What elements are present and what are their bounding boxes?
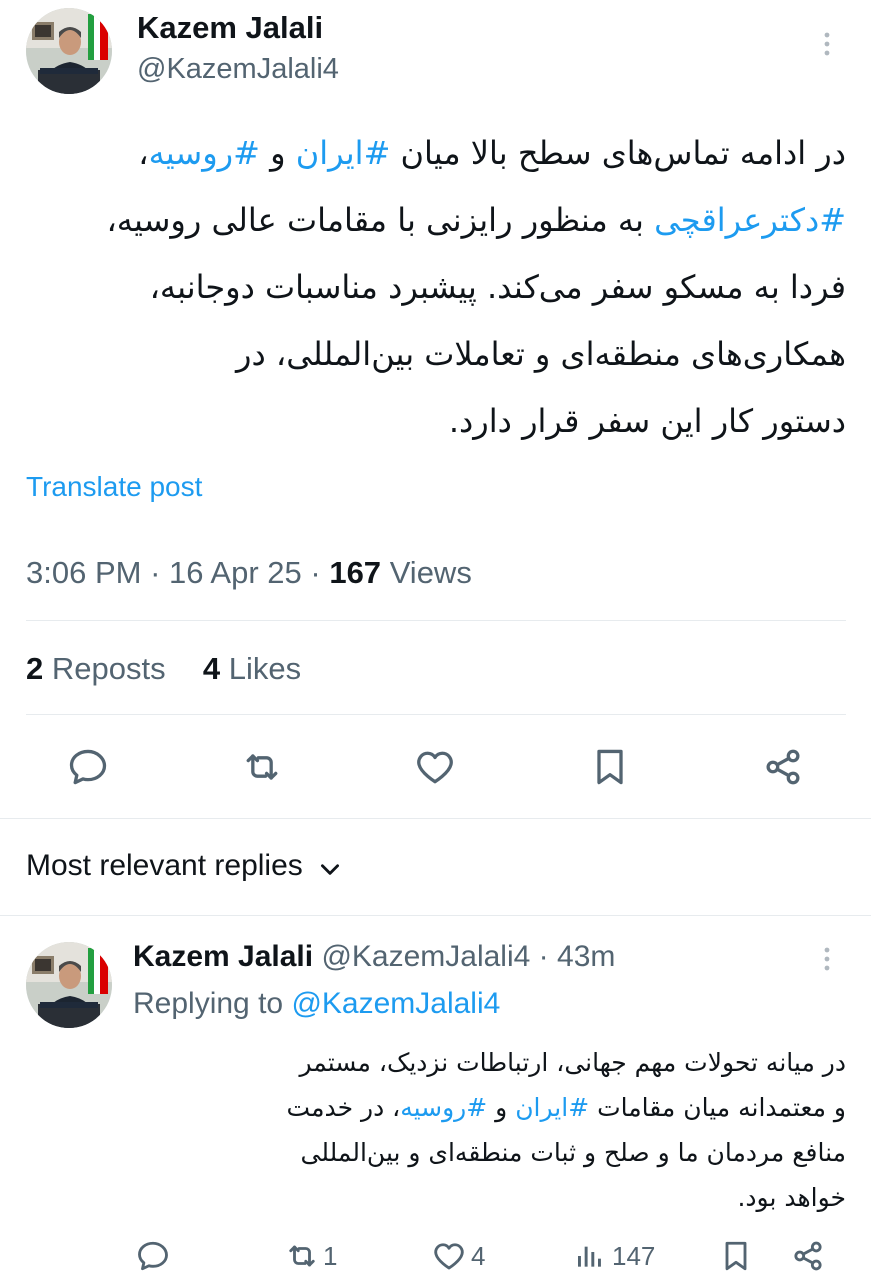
divider bbox=[26, 620, 846, 621]
post-meta: 3:06 PM · 16 Apr 25 · 167 Views bbox=[26, 555, 472, 591]
reply-views-count: 147 bbox=[612, 1240, 656, 1271]
like-icon bbox=[417, 751, 453, 784]
views-icon bbox=[578, 1246, 601, 1267]
text-line: #دکترعراقچی به منظور رایزنی با مقامات عا… bbox=[20, 187, 846, 254]
reply-header: Kazem Jalali @KazemJalali4 · 43m bbox=[133, 938, 615, 976]
text-segment: در میانه تحولات مهم جهانی، ارتباطات نزدی… bbox=[299, 1048, 846, 1077]
text-line: و معتمدانه میان مقامات #ایران و #روسیه، … bbox=[133, 1085, 846, 1130]
likes-stat[interactable]: 4 Likes bbox=[203, 651, 301, 686]
bookmark-icon bbox=[725, 1241, 747, 1271]
text-segment: فردا به مسکو سفر می‌کند. پیشبرد مناسبات … bbox=[149, 268, 846, 306]
text-line: در ادامه تماس‌های سطح بالا میان #ایران و… bbox=[20, 120, 846, 187]
hashtag-link[interactable]: #روسیه bbox=[149, 134, 260, 172]
text-line: فردا به مسکو سفر می‌کند. پیشبرد مناسبات … bbox=[20, 254, 846, 321]
reply-reposts-count: 1 bbox=[323, 1240, 338, 1271]
author-handle[interactable]: @KazemJalali4 bbox=[137, 52, 339, 86]
text-segment: ، در خدمت bbox=[286, 1093, 401, 1122]
chevron-down-icon bbox=[320, 864, 339, 875]
reply-views-button[interactable]: 147 bbox=[574, 1238, 655, 1274]
reposts-stat[interactable]: 2 Reposts bbox=[26, 651, 174, 686]
reply-reply-button[interactable] bbox=[135, 1238, 171, 1274]
reply-icon bbox=[138, 1241, 168, 1271]
section-divider bbox=[0, 818, 871, 819]
text-line: منافع مردمان ما و صلح و ثبات منطقه‌ای و … bbox=[133, 1130, 846, 1175]
text-segment: دستور کار این سفر قرار دارد. bbox=[448, 402, 846, 440]
text-line: همکاری‌های منطقه‌ای و تعاملات بین‌المللی… bbox=[20, 321, 846, 388]
likes-label: Likes bbox=[228, 651, 302, 686]
text-line: خواهد بود. bbox=[133, 1175, 846, 1220]
like-icon bbox=[434, 1243, 464, 1270]
repost-button[interactable] bbox=[239, 745, 285, 789]
post-time[interactable]: 3:06 PM bbox=[26, 555, 141, 590]
meta-separator: · bbox=[538, 940, 549, 973]
text-line: دستور کار این سفر قرار دارد. bbox=[20, 388, 846, 455]
hashtag-link[interactable]: #ایران bbox=[515, 1093, 589, 1122]
hashtag-link[interactable]: #دکترعراقچی bbox=[654, 201, 846, 239]
reposts-label: Reposts bbox=[51, 651, 166, 686]
text-segment: ، bbox=[138, 134, 149, 172]
reply-text: در میانه تحولات مهم جهانی، ارتباطات نزدی… bbox=[133, 1040, 846, 1220]
share-icon bbox=[794, 1241, 822, 1271]
text-segment: و bbox=[487, 1093, 516, 1122]
like-button[interactable] bbox=[413, 745, 457, 789]
replies-sort-label: Most relevant replies bbox=[26, 849, 303, 882]
reply-button[interactable] bbox=[66, 745, 110, 789]
divider bbox=[0, 915, 871, 916]
reply-bookmark-button[interactable] bbox=[718, 1238, 754, 1274]
reply-author-avatar[interactable] bbox=[26, 942, 112, 1028]
reply-more-options-icon[interactable] bbox=[817, 945, 837, 975]
post-date[interactable]: 16 Apr 25 bbox=[169, 555, 302, 590]
share-button[interactable] bbox=[761, 745, 805, 789]
replies-sort-dropdown[interactable]: Most relevant replies bbox=[26, 848, 343, 884]
more-options-icon[interactable] bbox=[817, 30, 837, 60]
repost-icon bbox=[289, 1245, 315, 1267]
likes-count: 4 bbox=[202, 651, 221, 686]
views-label: Views bbox=[389, 555, 472, 590]
text-line: در میانه تحولات مهم جهانی، ارتباطات نزدی… bbox=[133, 1040, 846, 1085]
reply-like-button[interactable]: 4 bbox=[431, 1238, 485, 1274]
post-text: در ادامه تماس‌های سطح بالا میان #ایران و… bbox=[20, 120, 846, 455]
text-segment: و bbox=[259, 134, 296, 172]
divider bbox=[26, 714, 846, 715]
replying-to-handle[interactable]: @KazemJalali4 bbox=[291, 987, 500, 1020]
bookmark-icon bbox=[597, 749, 623, 785]
text-segment: به منظور رایزنی با مقامات عالی روسیه، bbox=[106, 201, 655, 239]
hashtag-link[interactable]: #روسیه bbox=[400, 1093, 487, 1122]
repost-icon bbox=[246, 754, 278, 780]
translate-post-link[interactable]: Translate post bbox=[26, 470, 202, 504]
engagement-stats: 2 Reposts 4 Likes bbox=[26, 651, 301, 687]
reply-author-name[interactable]: Kazem Jalali bbox=[133, 940, 313, 973]
reply-author-handle[interactable]: @KazemJalali4 bbox=[321, 940, 530, 973]
reply-share-button[interactable] bbox=[790, 1238, 826, 1274]
author-avatar[interactable] bbox=[26, 8, 112, 94]
reply-repost-button[interactable]: 1 bbox=[283, 1238, 337, 1274]
bookmark-button[interactable] bbox=[588, 745, 632, 789]
share-icon bbox=[766, 749, 800, 785]
reply-icon bbox=[69, 749, 107, 785]
hashtag-link[interactable]: #ایران bbox=[296, 134, 391, 172]
views-count: 167 bbox=[329, 555, 382, 590]
avatar-photo bbox=[26, 942, 112, 1028]
text-segment: همکاری‌های منطقه‌ای و تعاملات بین‌المللی… bbox=[235, 335, 846, 373]
reply-likes-count: 4 bbox=[471, 1240, 486, 1271]
text-segment: خواهد بود. bbox=[737, 1183, 846, 1212]
reposts-count: 2 bbox=[26, 651, 44, 686]
meta-separator: · bbox=[150, 555, 161, 590]
replying-to-label: Replying to bbox=[133, 987, 284, 1020]
avatar-photo bbox=[26, 8, 112, 94]
author-name[interactable]: Kazem Jalali bbox=[137, 10, 323, 46]
meta-separator: · bbox=[310, 555, 321, 590]
text-segment: منافع مردمان ما و صلح و ثبات منطقه‌ای و … bbox=[300, 1138, 846, 1167]
text-segment: در ادامه تماس‌های سطح بالا میان bbox=[390, 134, 846, 172]
reply-age[interactable]: 43m bbox=[557, 940, 615, 973]
replying-to: Replying to @KazemJalali4 bbox=[133, 985, 500, 1023]
text-segment: و معتمدانه میان مقامات bbox=[589, 1093, 846, 1122]
